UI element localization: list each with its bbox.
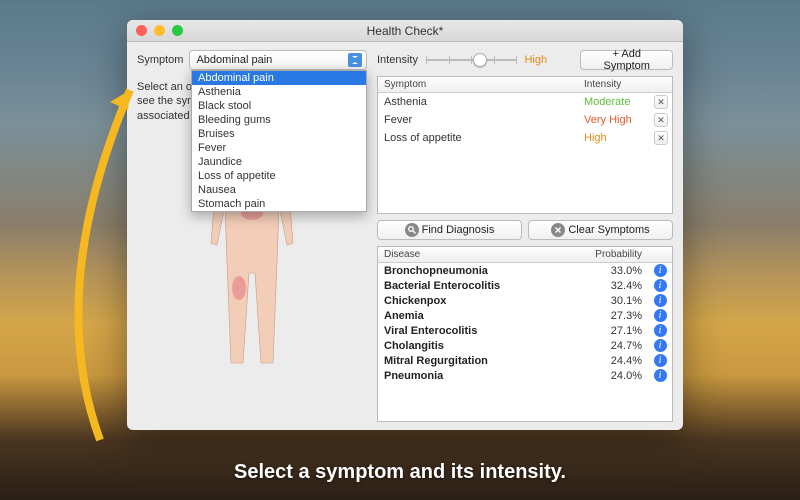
- symptom-label: Symptom: [137, 54, 183, 66]
- table-row[interactable]: Cholangitis24.7% i: [378, 338, 672, 353]
- cell-probability: 24.4%: [588, 355, 648, 367]
- info-icon[interactable]: i: [654, 279, 667, 292]
- search-icon: [405, 223, 419, 237]
- symptom-dropdown-list[interactable]: Abdominal painAstheniaBlack stoolBleedin…: [191, 70, 367, 212]
- info-icon[interactable]: i: [654, 264, 667, 277]
- table-row[interactable]: Anemia27.3% i: [378, 308, 672, 323]
- diagnosis-header-disease[interactable]: Disease: [378, 247, 588, 262]
- remove-symptom-button[interactable]: ✕: [654, 95, 668, 109]
- table-row[interactable]: Mitral Regurgitation24.4% i: [378, 353, 672, 368]
- info-icon[interactable]: i: [654, 324, 667, 337]
- table-row[interactable]: Viral Enterocolitis27.1% i: [378, 323, 672, 338]
- cell-symptom: Loss of appetite: [378, 130, 578, 146]
- info-icon[interactable]: i: [654, 369, 667, 382]
- clear-icon: [551, 223, 565, 237]
- symptom-option[interactable]: Fever: [192, 141, 366, 155]
- chevron-down-icon: [348, 53, 362, 67]
- cell-probability: 27.1%: [588, 325, 648, 337]
- intensity-value: High: [524, 54, 564, 66]
- cell-intensity: Very High: [578, 112, 648, 128]
- cell-disease: Viral Enterocolitis: [378, 325, 588, 337]
- symptom-option[interactable]: Bleeding gums: [192, 113, 366, 127]
- symptom-option[interactable]: Jaundice: [192, 155, 366, 169]
- cell-disease: Mitral Regurgitation: [378, 355, 588, 367]
- table-row[interactable]: Pneumonia24.0% i: [378, 368, 672, 383]
- symptom-selected: Abdominal pain: [196, 54, 272, 66]
- table-row[interactable]: Bacterial Enterocolitis32.4% i: [378, 278, 672, 293]
- slide-caption: Select a symptom and its intensity.: [0, 461, 800, 484]
- cell-probability: 24.0%: [588, 370, 648, 382]
- cell-intensity: High: [578, 130, 648, 146]
- cell-probability: 30.1%: [588, 295, 648, 307]
- diagnosis-table: Disease Probability Bronchopneumonia33.0…: [377, 246, 673, 422]
- symptom-option[interactable]: Asthenia: [192, 85, 366, 99]
- cell-probability: 32.4%: [588, 280, 648, 292]
- table-row[interactable]: Chickenpox30.1% i: [378, 293, 672, 308]
- cell-disease: Pneumonia: [378, 370, 588, 382]
- cell-symptom: Asthenia: [378, 94, 578, 110]
- symptoms-table: Symptom Intensity AstheniaModerate✕Fever…: [377, 76, 673, 214]
- titlebar: Health Check*: [127, 20, 683, 42]
- symptom-option[interactable]: Nausea: [192, 183, 366, 197]
- symptom-option[interactable]: Loss of appetite: [192, 169, 366, 183]
- cell-disease: Chickenpox: [378, 295, 588, 307]
- cell-symptom: Fever: [378, 112, 578, 128]
- intensity-slider[interactable]: [426, 52, 516, 68]
- symptom-option[interactable]: Bruises: [192, 127, 366, 141]
- cell-probability: 27.3%: [588, 310, 648, 322]
- cell-probability: 24.7%: [588, 340, 648, 352]
- cell-disease: Bronchopneumonia: [378, 265, 588, 277]
- table-row[interactable]: AstheniaModerate ✕: [378, 93, 672, 111]
- remove-symptom-button[interactable]: ✕: [654, 131, 668, 145]
- table-row[interactable]: Loss of appetiteHigh ✕: [378, 129, 672, 147]
- symptom-option[interactable]: Stomach pain: [192, 197, 366, 211]
- symptoms-header-symptom[interactable]: Symptom: [378, 77, 578, 92]
- remove-symptom-button[interactable]: ✕: [654, 113, 668, 127]
- cell-disease: Cholangitis: [378, 340, 588, 352]
- cell-probability: 33.0%: [588, 265, 648, 277]
- info-icon[interactable]: i: [654, 354, 667, 367]
- symptoms-header-intensity[interactable]: Intensity: [578, 77, 648, 92]
- info-icon[interactable]: i: [654, 294, 667, 307]
- symptom-option[interactable]: Abdominal pain: [192, 71, 366, 85]
- cell-intensity: Moderate: [578, 94, 648, 110]
- intensity-label: Intensity: [377, 54, 418, 66]
- table-row[interactable]: Bronchopneumonia33.0% i: [378, 263, 672, 278]
- find-diagnosis-button[interactable]: Find Diagnosis: [377, 220, 522, 240]
- cell-disease: Anemia: [378, 310, 588, 322]
- diagnosis-header-probability[interactable]: Probability: [588, 247, 648, 262]
- info-icon[interactable]: i: [654, 339, 667, 352]
- app-window: Health Check* Symptom Abdominal pain Abd…: [127, 20, 683, 430]
- add-symptom-button[interactable]: + Add Symptom: [580, 50, 673, 70]
- symptom-combobox[interactable]: Abdominal pain: [189, 50, 367, 70]
- window-title: Health Check*: [127, 24, 683, 38]
- table-row[interactable]: FeverVery High ✕: [378, 111, 672, 129]
- info-icon[interactable]: i: [654, 309, 667, 322]
- clear-symptoms-button[interactable]: Clear Symptoms: [528, 220, 673, 240]
- cell-disease: Bacterial Enterocolitis: [378, 280, 588, 292]
- symptom-option[interactable]: Black stool: [192, 99, 366, 113]
